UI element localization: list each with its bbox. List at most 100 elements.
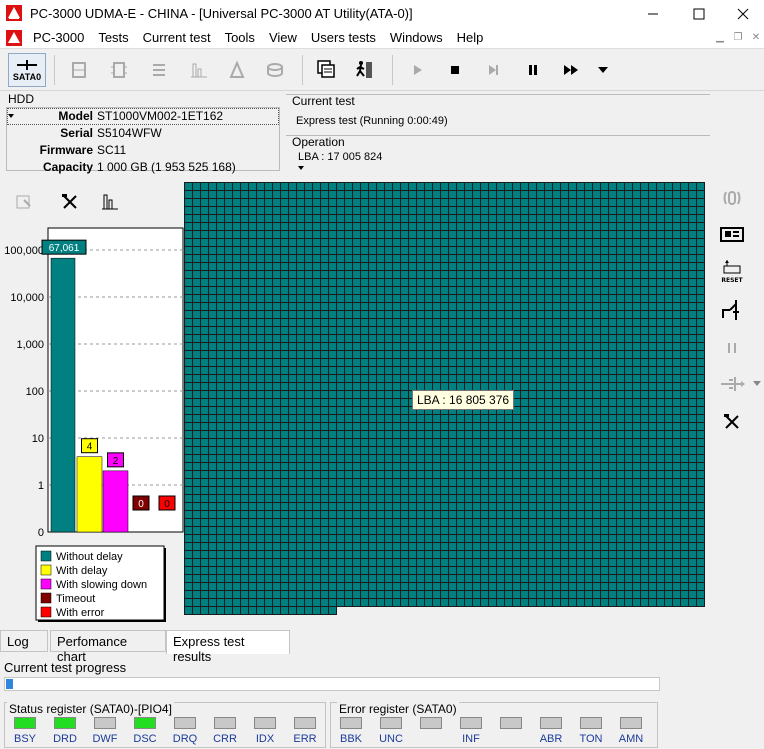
operation-lba: LBA : 17 005 824 (298, 151, 383, 163)
chart-bar-without-delay (50, 257, 76, 533)
mdi-close-button[interactable]: ✕ (748, 30, 764, 46)
legend-entry: With slowing down (56, 579, 147, 591)
chart-bars-button[interactable] (96, 188, 124, 216)
register-led-idx (254, 717, 276, 729)
tab-performance-chart[interactable]: Perfomance chart (50, 630, 166, 664)
sata-connector-icon (17, 59, 37, 70)
svg-text:RESET: RESET (721, 277, 743, 284)
right-tool-settings[interactable] (716, 406, 748, 438)
pause-button[interactable] (518, 54, 548, 86)
hdd-field-label: Capacity (42, 160, 93, 174)
operation-title: Operation (292, 135, 345, 149)
tab-log[interactable]: Log (0, 630, 48, 652)
right-tool-sound[interactable] (716, 182, 748, 214)
register-bit-label: CRR (213, 733, 237, 745)
fast-forward-button[interactable] (556, 54, 586, 86)
right-tool-reset[interactable]: RESET (716, 254, 748, 286)
legend-swatch (40, 592, 52, 604)
step-icon (489, 65, 498, 75)
connector-icon (721, 377, 745, 391)
toolbar-button-antenna[interactable] (222, 54, 252, 86)
toolbar-button-head[interactable] (64, 54, 94, 86)
head-icon (72, 62, 86, 78)
menu-item-windows[interactable]: Windows (383, 30, 450, 45)
power-switch-icon (722, 300, 739, 320)
right-tool-pause[interactable] (716, 332, 748, 364)
chevron-down-icon (598, 67, 608, 73)
toolbar-button-exit[interactable] (350, 54, 380, 86)
register-led-unc (380, 717, 402, 729)
close-button[interactable] (720, 0, 764, 27)
toolbar: SATA0 (0, 49, 764, 91)
chart-bar-with-delay (76, 456, 103, 533)
results-chart: 0 1 10 100 1,000 10,000 100,000 67,061 4 2 0 0 Witho… (4, 227, 184, 622)
chart-data-label: 2 (113, 456, 119, 467)
right-tool-connector[interactable] (716, 368, 748, 400)
menu-item-tests[interactable]: Tests (91, 30, 135, 45)
hdd-field-value: ST1000VM002-1ET162 (97, 109, 224, 123)
toolbar-button-chart[interactable] (184, 54, 214, 86)
toolbar-button-disk[interactable] (260, 54, 290, 86)
menu-item-users-tests[interactable]: Users tests (304, 30, 383, 45)
app-menu-icon[interactable] (6, 30, 22, 46)
operation-panel: Operation LBA : 17 005 824 (286, 135, 710, 175)
hdd-info-box: Model ST1000VM002-1ET162 Serial S5104WFW Fir… (6, 107, 280, 174)
right-tool-power[interactable] (716, 294, 748, 326)
chart-tools-button[interactable] (56, 188, 84, 216)
chart-y-tick-label: 100 (26, 386, 44, 398)
exit-runner-icon (356, 61, 372, 78)
bar-chart-icon (102, 194, 118, 210)
chart-data-label: 67,061 (49, 243, 80, 254)
sata-port-button[interactable]: SATA0 (8, 53, 46, 87)
menu-item-tools[interactable]: Tools (218, 30, 262, 45)
chip-icon (111, 62, 127, 78)
register-led-bsy (14, 717, 36, 729)
scroll-down-icon[interactable] (752, 378, 762, 388)
stop-button[interactable] (440, 54, 470, 86)
mdi-minimize-button[interactable]: ▁ (712, 30, 728, 46)
hdd-info-panel: HDD Model ST1000VM002-1ET162 Serial S5104WF… (2, 92, 282, 176)
register-led-abr (540, 717, 562, 729)
register-bit-label: ABR (539, 733, 563, 745)
legend-entry: Without delay (56, 551, 123, 563)
menu-item-view[interactable]: View (262, 30, 304, 45)
toolbar-button-windows[interactable] (312, 54, 342, 86)
results-chart-panel: 0 1 10 100 1,000 10,000 100,000 67,061 4 2 0 0 Witho… (2, 180, 184, 630)
register-led-amn (620, 717, 642, 729)
antenna-icon (229, 60, 245, 78)
toolbar-button-chip[interactable] (104, 54, 134, 86)
menu-item-current-test[interactable]: Current test (136, 30, 218, 45)
right-tool-board[interactable] (716, 218, 748, 250)
chart-y-tick-label: 0 (38, 527, 44, 539)
mdi-restore-button[interactable]: ❐ (730, 30, 746, 46)
register-led-drd (54, 717, 76, 729)
step-button[interactable] (478, 54, 508, 86)
hdd-field-label: Serial (60, 126, 93, 140)
register-bit-label: BSY (13, 733, 36, 745)
hdd-field-value: S5104WFW (97, 126, 162, 140)
toolbar-button-list[interactable] (144, 54, 174, 86)
menu-items: PC-3000 Tests Current test Tools View Users t… (26, 30, 490, 45)
menu-item-help[interactable]: Help (450, 30, 491, 45)
hdd-field-model: Model ST1000VM002-1ET162 (7, 108, 279, 125)
register-led-ton (580, 717, 602, 729)
legend-swatch (40, 606, 52, 618)
maximize-icon (693, 8, 705, 19)
chart-y-tick-label: 1 (38, 480, 44, 492)
register-bit-label: DRQ (172, 733, 198, 745)
maximize-button[interactable] (676, 0, 722, 27)
menu-item-pc-3000[interactable]: PC-3000 (26, 30, 91, 45)
chart-erase-button[interactable] (10, 188, 38, 216)
register-led-crr (214, 717, 236, 729)
chart-data-label: 4 (87, 442, 93, 453)
chart-y-tick-label: 10 (32, 433, 44, 445)
play-button[interactable] (402, 54, 432, 86)
circuit-board-icon (720, 227, 744, 242)
tab-express-test-results[interactable]: Express test results (166, 630, 290, 664)
progress-bar (4, 677, 660, 691)
legend-swatch (40, 564, 52, 576)
toolbar-dropdown-button[interactable] (588, 54, 618, 86)
register-bit-label: AMN (618, 733, 644, 745)
register-bit-label: ERR (293, 733, 317, 745)
minimize-button[interactable] (630, 0, 676, 27)
